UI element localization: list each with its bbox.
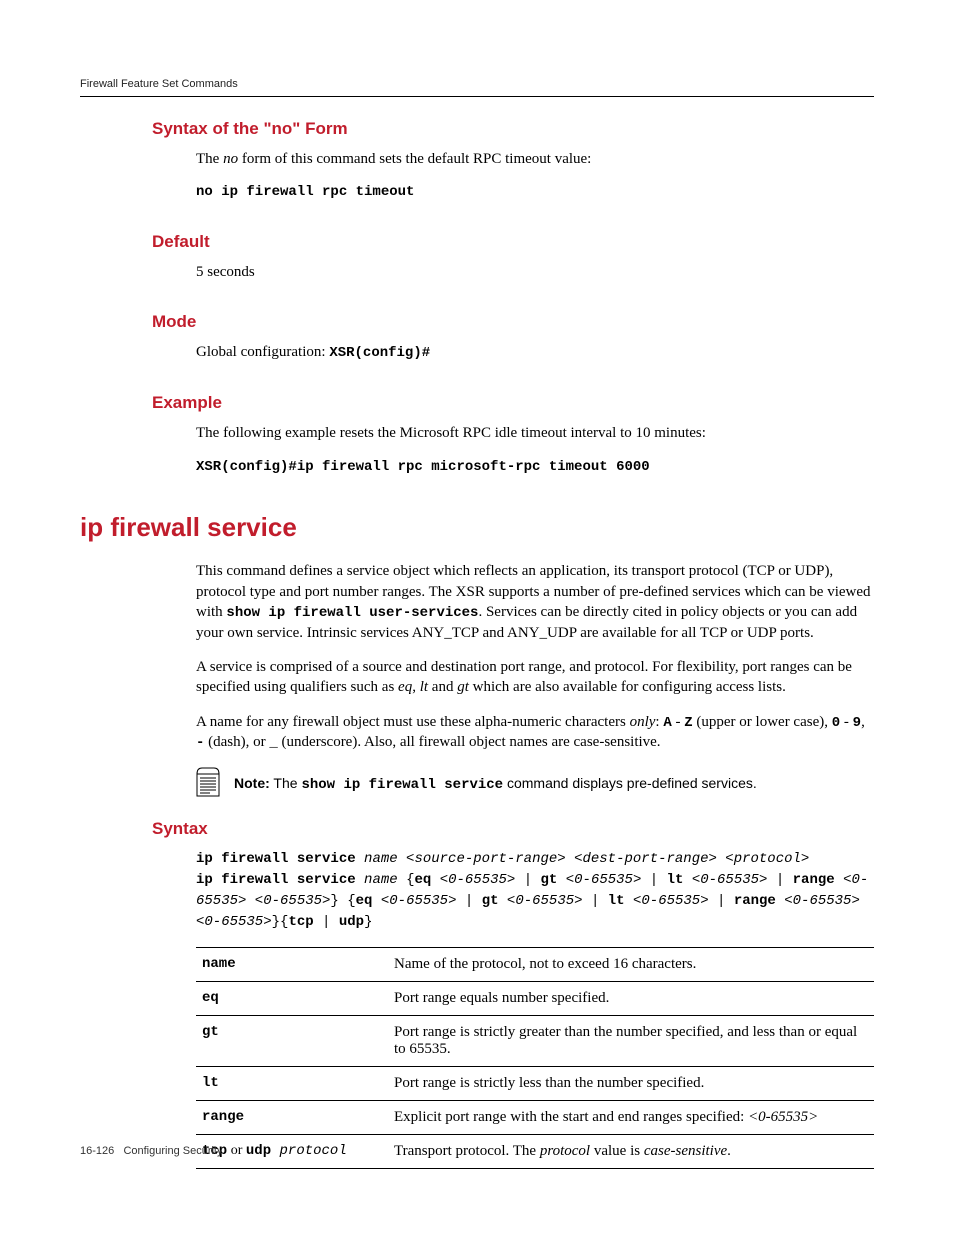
heading-example: Example [152,393,874,413]
parameter-table: name Name of the protocol, not to exceed… [196,947,874,1169]
mode-body: Global configuration: XSR(config)# [196,342,874,363]
page-footer: 16-126 Configuring Security [80,1145,223,1157]
table-row: lt Port range is strictly less than the … [196,1067,874,1101]
example-code: XSR(config)#ip firewall rpc microsoft-rp… [196,458,874,477]
note-icon [196,767,220,797]
table-row: name Name of the protocol, not to exceed… [196,948,874,982]
note-text: Note: The show ip firewall service comma… [234,767,757,793]
running-header: Firewall Feature Set Commands [80,78,874,97]
main-p3: A name for any firewall object must use … [196,712,874,754]
default-body: 5 seconds [196,262,874,282]
heading-syntax-no-form: Syntax of the "no" Form [152,119,874,139]
table-row: gt Port range is strictly greater than t… [196,1016,874,1067]
table-row: tcp or udp protocol Transport protocol. … [196,1135,874,1169]
main-p1: This command defines a service object wh… [196,561,874,643]
note-block: Note: The show ip firewall service comma… [196,767,874,797]
syntax-lines: ip firewall service name <source-port-ra… [196,849,874,933]
example-body: The following example resets the Microso… [196,423,874,443]
heading-ip-firewall-service: ip firewall service [80,512,874,543]
heading-syntax: Syntax [152,819,874,839]
table-row: eq Port range equals number specified. [196,982,874,1016]
heading-default: Default [152,232,874,252]
main-p2: A service is comprised of a source and d… [196,657,874,698]
table-row: range Explicit port range with the start… [196,1101,874,1135]
heading-mode: Mode [152,312,874,332]
syntax-no-code: no ip firewall rpc timeout [196,183,874,202]
syntax-no-intro: The no form of this command sets the def… [196,149,874,169]
